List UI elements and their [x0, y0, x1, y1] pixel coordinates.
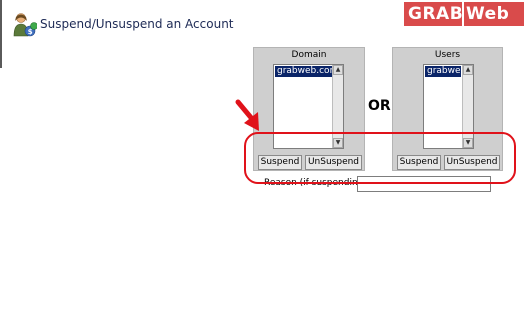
- scroll-up-arrow-icon[interactable]: ▲: [333, 65, 343, 75]
- scroll-up-arrow-icon[interactable]: ▲: [463, 65, 473, 75]
- page-title: Suspend/Unsuspend an Account: [40, 17, 234, 31]
- domain-option-selected[interactable]: grabweb.com: [275, 66, 338, 77]
- logo-text-web: Web: [466, 4, 510, 24]
- left-border: [0, 0, 2, 68]
- grabweb-logo: GRAB Web: [404, 2, 524, 26]
- or-separator: OR: [368, 98, 391, 114]
- logo-divider: [462, 2, 464, 26]
- users-panel-header: Users: [434, 50, 461, 60]
- logo-text-grab: GRAB: [408, 4, 464, 24]
- highlight-ring: [244, 132, 516, 184]
- users-accounts-icon: $: [13, 13, 37, 37]
- domain-panel-header: Domain: [291, 50, 327, 60]
- user-option-selected[interactable]: grabweb: [425, 66, 466, 77]
- red-arrow-icon: [235, 99, 259, 131]
